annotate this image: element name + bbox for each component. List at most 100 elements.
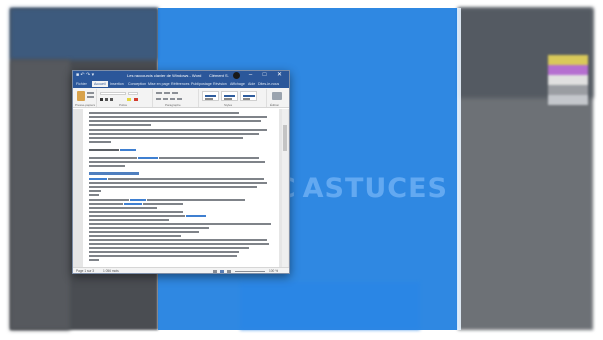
status-bar: Page 1 sur 3 1 056 mots 100 % [73, 267, 289, 273]
italic-icon[interactable] [105, 98, 108, 101]
desktop-swatch [548, 55, 588, 65]
document-text-line [120, 149, 136, 151]
tab-layout[interactable]: Mise en page [148, 81, 170, 87]
document-text-line [89, 235, 181, 237]
word-window[interactable]: ■ ↶ ↷ ▾ Les raccourcis clavier de Window… [72, 70, 290, 274]
read-mode-icon[interactable] [213, 269, 217, 273]
copy-icon[interactable] [87, 96, 94, 98]
document-text-line [89, 211, 183, 213]
document-text-line [89, 239, 267, 241]
document-text-line [89, 227, 209, 229]
document-text-line [186, 215, 206, 217]
tab-review[interactable]: Révision [213, 81, 227, 87]
style-heading-1[interactable] [240, 91, 257, 101]
align-left-icon[interactable] [156, 98, 161, 100]
font-size-select[interactable] [128, 92, 138, 95]
style-normal[interactable] [202, 91, 219, 101]
document-text-line [89, 129, 267, 131]
styles-group: Styles [199, 89, 267, 107]
zoom-slider[interactable] [235, 271, 265, 272]
font-group: Police [97, 89, 153, 107]
group-label-font: Police [119, 103, 128, 107]
desktop-left-header [10, 8, 158, 60]
cut-icon[interactable] [87, 92, 94, 94]
ribbon-tabs: Fichier Accueil Insertion Conception Mis… [73, 80, 289, 88]
tab-references[interactable]: Références [171, 81, 189, 87]
tab-mailings[interactable]: Publipostage [191, 81, 212, 87]
tab-insert[interactable]: Insertion [110, 81, 124, 87]
group-label-paragraph: Paragraphe [165, 103, 181, 107]
desktop-left-sidebar [10, 60, 70, 330]
bullets-icon[interactable] [156, 92, 162, 94]
tab-view[interactable]: Affichage [230, 81, 245, 87]
group-label-styles: Styles [224, 103, 233, 107]
tab-home[interactable]: Accueil [92, 81, 108, 87]
document-text-line [89, 223, 271, 225]
tab-design[interactable]: Conception [128, 81, 146, 87]
status-word-count[interactable]: 1 056 mots [103, 269, 119, 273]
document-text-line [89, 207, 157, 209]
document-text-line [89, 186, 257, 188]
close-button[interactable]: ✕ [274, 71, 285, 80]
align-center-icon[interactable] [163, 98, 168, 100]
scrollbar-thumb[interactable] [283, 125, 287, 151]
desktop-swatch [548, 95, 588, 105]
document-text-line [89, 161, 265, 163]
print-layout-icon[interactable] [220, 269, 224, 273]
bold-icon[interactable] [100, 98, 103, 101]
document-text-line [89, 194, 99, 196]
ribbon: Presse-papiers Police Paragraphe Styles … [73, 88, 289, 108]
style-preview-line [243, 98, 250, 100]
snap-assist-thumbnails[interactable] [240, 282, 420, 330]
numbering-icon[interactable] [164, 92, 170, 94]
style-no-spacing[interactable] [221, 91, 238, 101]
tell-me-search[interactable]: Dites-le-nous [258, 81, 279, 87]
find-icon[interactable] [272, 92, 282, 100]
user-name[interactable]: Clément S. [209, 72, 229, 79]
status-page-count[interactable]: Page 1 sur 3 [76, 269, 94, 273]
font-color-icon[interactable] [134, 98, 138, 101]
document-text-line [89, 219, 169, 221]
quick-access-toolbar[interactable]: ■ ↶ ↷ ▾ [76, 72, 94, 79]
multilevel-list-icon[interactable] [172, 92, 178, 94]
justify-icon[interactable] [177, 98, 182, 100]
tab-file[interactable]: Fichier [76, 81, 87, 87]
style-preview-line [205, 98, 213, 100]
editing-group: Édition [267, 89, 289, 107]
web-layout-icon[interactable] [227, 269, 231, 273]
font-name-select[interactable] [100, 92, 126, 95]
document-text-line [89, 255, 237, 257]
document-text-line [89, 120, 261, 122]
document-text-line [147, 199, 245, 201]
document-text-line [124, 203, 142, 205]
document-text-line [89, 116, 267, 118]
minimize-button[interactable]: – [245, 71, 256, 80]
document-text-line [89, 149, 119, 151]
document-text-line [89, 182, 267, 184]
zoom-level[interactable]: 100 % [269, 269, 278, 273]
document-page[interactable] [83, 109, 279, 267]
document-text-line [130, 199, 146, 201]
vertical-scrollbar[interactable] [282, 109, 288, 267]
title-bar[interactable]: ■ ↶ ↷ ▾ Les raccourcis clavier de Window… [73, 71, 289, 80]
paragraph-group: Paragraphe [153, 89, 199, 107]
document-text-line [138, 157, 158, 159]
document-text-line [89, 231, 199, 233]
maximize-button[interactable]: □ [259, 71, 270, 80]
screen: PCASTUCES ■ ↶ ↷ ▾ Les raccourcis clavier… [0, 0, 603, 340]
style-preview-line [205, 95, 216, 97]
group-label-editing: Édition [270, 103, 280, 107]
document-text-line [89, 247, 249, 249]
style-preview-line [243, 95, 255, 97]
snap-edge-highlight [457, 8, 461, 330]
align-right-icon[interactable] [170, 98, 175, 100]
document-text-line [89, 203, 123, 205]
paste-icon[interactable] [77, 91, 85, 101]
highlight-icon[interactable] [127, 98, 131, 101]
tab-help[interactable]: Aide [248, 81, 255, 87]
avatar[interactable] [233, 72, 240, 79]
document-text-line [89, 157, 137, 159]
document-text-line [89, 243, 269, 245]
document-text-line [143, 203, 183, 205]
underline-icon[interactable] [110, 98, 113, 101]
